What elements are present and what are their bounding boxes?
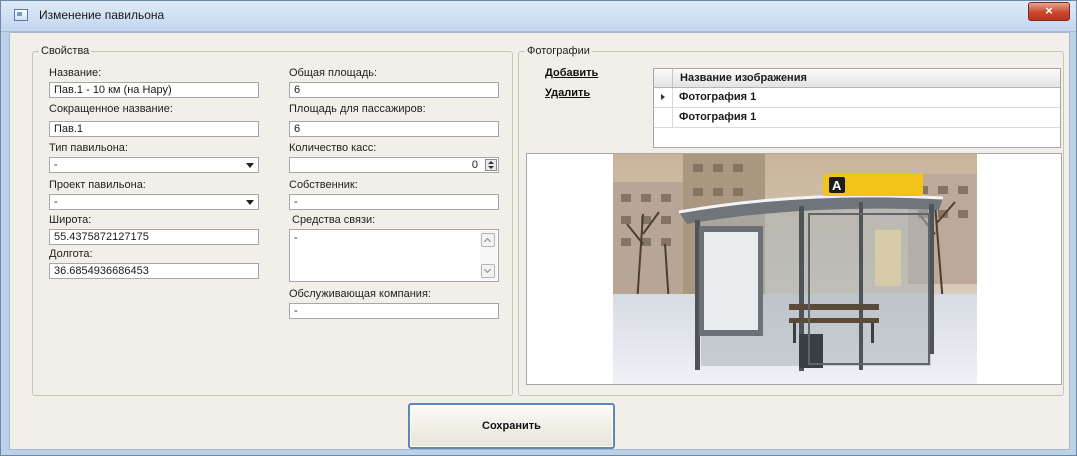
save-button[interactable]: Сохранить: [408, 403, 615, 449]
title-bar[interactable]: Изменение павильона ×: [1, 1, 1076, 32]
chevron-down-icon: [246, 163, 254, 168]
owner-input[interactable]: -: [289, 194, 499, 210]
communications-textarea[interactable]: -: [289, 229, 499, 282]
communications-value: -: [294, 232, 298, 244]
close-button[interactable]: ×: [1028, 2, 1070, 21]
form-client-area: Свойства Название: Пав.1 - 10 км (на Нар…: [9, 32, 1070, 450]
name-label: Название:: [49, 67, 102, 79]
image-name-column-header[interactable]: Название изображения: [672, 69, 1060, 87]
total-area-input[interactable]: 6: [289, 82, 499, 98]
communications-label: Средства связи:: [292, 214, 376, 226]
longitude-label: Долгота:: [49, 248, 93, 260]
properties-group-legend: Свойства: [39, 45, 92, 57]
service-company-label: Обслуживающая компания:: [289, 288, 431, 300]
bus-stop-photo: A: [613, 154, 977, 384]
edit-pavilion-window: Изменение павильона × Свойства Название:…: [0, 0, 1077, 456]
service-company-input[interactable]: -: [289, 303, 499, 319]
longitude-input[interactable]: 36.6854936686453: [49, 263, 259, 279]
add-photo-link[interactable]: Добавить: [545, 67, 598, 79]
passenger-area-input[interactable]: 6: [289, 121, 499, 137]
cash-desks-stepper[interactable]: 0: [289, 157, 499, 173]
photo-preview: A: [526, 153, 1062, 385]
pavilion-type-select[interactable]: -: [49, 157, 259, 173]
communications-scrollbar[interactable]: [480, 231, 497, 280]
latitude-label: Широта:: [49, 214, 92, 226]
photos-group-legend: Фотографии: [525, 45, 592, 57]
window-app-icon: [14, 9, 28, 21]
name-input[interactable]: Пав.1 - 10 км (на Нару): [49, 82, 259, 98]
pavilion-project-label: Проект павильона:: [49, 179, 146, 191]
window-title: Изменение павильона: [39, 8, 165, 22]
owner-label: Собственник:: [289, 179, 358, 191]
chevron-down-icon: [246, 200, 254, 205]
pavilion-project-select[interactable]: -: [49, 194, 259, 210]
svg-text:A: A: [832, 178, 842, 193]
short-name-label: Сокращенное название:: [49, 103, 173, 115]
short-name-input[interactable]: Пав.1: [49, 121, 259, 137]
pavilion-type-value: -: [54, 159, 58, 171]
table-row[interactable]: Фотография 1: [654, 88, 1060, 108]
photos-grid: Название изображения Фотография 1 Фотогр…: [653, 68, 1061, 148]
stepper-arrows-icon[interactable]: [485, 159, 497, 171]
pavilion-type-label: Тип павильона:: [49, 142, 128, 154]
image-name-cell[interactable]: Фотография 1: [672, 88, 1060, 107]
passenger-area-label: Площадь для пассажиров:: [289, 103, 426, 115]
properties-group: Свойства Название: Пав.1 - 10 км (на Нар…: [32, 45, 513, 396]
total-area-label: Общая площадь:: [289, 67, 378, 79]
delete-photo-link[interactable]: Удалить: [545, 87, 590, 99]
pavilion-project-value: -: [54, 196, 58, 208]
table-row[interactable]: Фотография 1: [654, 108, 1060, 128]
image-name-cell[interactable]: Фотография 1: [672, 108, 1060, 127]
scroll-down-icon[interactable]: [481, 264, 495, 278]
grid-header: Название изображения: [654, 69, 1060, 88]
latitude-input[interactable]: 55.4375872127175: [49, 229, 259, 245]
current-row-icon: [654, 88, 672, 107]
cash-desks-value: 0: [471, 159, 478, 171]
scroll-up-icon[interactable]: [481, 233, 495, 247]
cash-desks-label: Количество касс:: [289, 142, 377, 154]
